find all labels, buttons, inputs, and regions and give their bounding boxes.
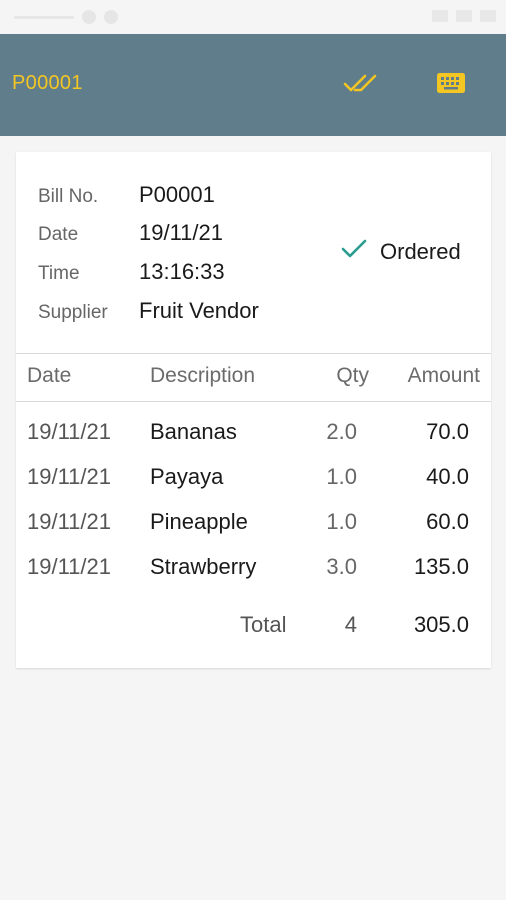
total-label: Total	[240, 612, 287, 637]
supplier-row: Supplier Fruit Vendor	[38, 298, 259, 324]
keyboard-button[interactable]	[430, 64, 472, 106]
row-2-qty: 1.0	[326, 464, 357, 489]
row-2-description: Payaya	[150, 464, 224, 489]
row-2-date: 19/11/21	[27, 464, 112, 489]
row-3-description: Pineapple	[150, 509, 248, 534]
row-1-date: 19/11/21	[27, 419, 112, 444]
row-3-amount: 60.0	[426, 509, 469, 534]
column-header-description: Description	[150, 364, 256, 387]
time-label: Time	[38, 263, 80, 284]
row-4-description: Strawberry	[150, 554, 257, 579]
app-bar: P00001	[0, 34, 506, 136]
status-bar-right	[432, 10, 496, 22]
order-status: Ordered	[340, 238, 461, 265]
bill-number-value: P00001	[139, 182, 215, 207]
column-header-date: Date	[27, 364, 72, 387]
supplier-value: Fruit Vendor	[139, 298, 259, 323]
double-check-icon	[343, 71, 377, 100]
row-4-qty: 3.0	[326, 554, 357, 579]
signal-icon	[456, 10, 472, 22]
column-header-qty: Qty	[336, 364, 369, 387]
app-bar-title: P00001	[12, 72, 83, 94]
row-2-amount: 40.0	[426, 464, 469, 489]
bill-card: Bill No. P00001 Date 19/11/21 Time 13:16…	[16, 152, 491, 668]
date-label: Date	[38, 224, 79, 245]
total-amount: 305.0	[413, 612, 469, 637]
status-bar-time-placeholder	[14, 15, 74, 19]
wifi-icon	[432, 10, 448, 22]
row-4-amount: 135.0	[413, 554, 469, 579]
total-qty: 4	[344, 612, 357, 637]
header-divider-bottom	[16, 401, 491, 402]
battery-icon	[480, 10, 496, 22]
column-header-amount: Amount	[407, 364, 480, 387]
time-value: 13:16:33	[139, 259, 225, 284]
supplier-label: Supplier	[38, 302, 108, 323]
date-value: 19/11/21	[139, 220, 224, 245]
row-1-qty: 2.0	[326, 419, 357, 444]
row-4-date: 19/11/21	[27, 554, 112, 579]
row-3-date: 19/11/21	[27, 509, 112, 534]
bill-number-label: Bill No.	[38, 186, 99, 207]
sync-icon	[104, 10, 118, 24]
status-bar	[0, 0, 506, 34]
mark-received-button[interactable]	[339, 64, 381, 106]
check-icon	[340, 238, 368, 265]
time-row: Time 13:16:33	[38, 259, 225, 285]
keyboard-icon	[436, 72, 466, 99]
notification-icon	[82, 10, 96, 24]
header-divider-top	[16, 353, 491, 354]
row-3-qty: 1.0	[326, 509, 357, 534]
row-1-amount: 70.0	[426, 419, 469, 444]
row-1-description: Bananas	[150, 419, 237, 444]
bill-number-row: Bill No. P00001	[38, 182, 215, 208]
order-status-label: Ordered	[380, 238, 461, 264]
date-row: Date 19/11/21	[38, 220, 223, 246]
status-bar-left	[14, 10, 118, 24]
